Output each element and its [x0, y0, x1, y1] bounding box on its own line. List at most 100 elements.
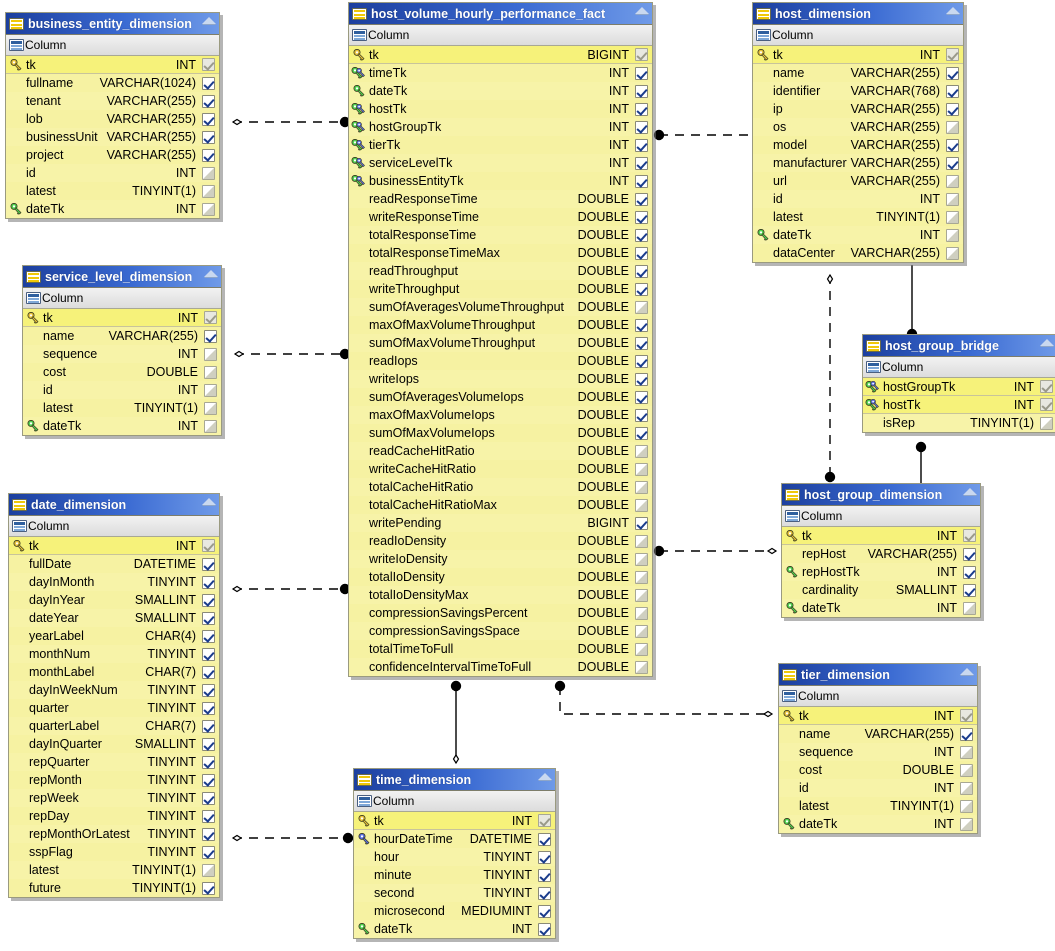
- not-null-checkbox[interactable]: [538, 850, 551, 864]
- column-row[interactable]: hourDateTime DATETIME: [354, 830, 555, 848]
- not-null-checkbox[interactable]: [960, 763, 973, 777]
- column-row[interactable]: sumOfMaxVolumeIops DOUBLE: [349, 424, 652, 442]
- not-null-checkbox[interactable]: [202, 665, 215, 679]
- collapse-triangle-icon[interactable]: [204, 270, 218, 277]
- not-null-checkbox[interactable]: [635, 174, 648, 188]
- table-host_group_bridge[interactable]: host_group_bridge Column hostGroupTk INT hos…: [862, 334, 1055, 433]
- not-null-checkbox[interactable]: [635, 534, 648, 548]
- column-row[interactable]: serviceLevelTk INT: [349, 154, 652, 172]
- not-null-checkbox[interactable]: [635, 156, 648, 170]
- not-null-checkbox[interactable]: [635, 552, 648, 566]
- column-row[interactable]: latest TINYINT(1): [23, 399, 221, 417]
- column-row[interactable]: totalTimeToFull DOUBLE: [349, 640, 652, 658]
- column-row[interactable]: writeIoDensity DOUBLE: [349, 550, 652, 568]
- not-null-checkbox[interactable]: [1040, 416, 1053, 430]
- column-row[interactable]: dayInMonth TINYINT: [9, 573, 219, 591]
- column-row[interactable]: readIops DOUBLE: [349, 352, 652, 370]
- not-null-checkbox[interactable]: [946, 138, 959, 152]
- not-null-checkbox[interactable]: [202, 755, 215, 769]
- column-row[interactable]: latest TINYINT(1): [779, 797, 977, 815]
- not-null-checkbox[interactable]: [635, 282, 648, 296]
- table-title-bar[interactable]: host_dimension: [753, 3, 963, 25]
- table-date_dimension[interactable]: date_dimension Column tk INT fullDate DATETIM…: [8, 493, 220, 898]
- not-null-checkbox[interactable]: [635, 246, 648, 260]
- column-row[interactable]: dateTk INT: [753, 226, 963, 244]
- collapse-triangle-icon[interactable]: [635, 7, 649, 14]
- column-row[interactable]: sumOfAveragesVolumeIops DOUBLE: [349, 388, 652, 406]
- not-null-checkbox[interactable]: [202, 773, 215, 787]
- not-null-checkbox[interactable]: [635, 588, 648, 602]
- column-row[interactable]: quarterLabel CHAR(7): [9, 717, 219, 735]
- column-row[interactable]: readResponseTime DOUBLE: [349, 190, 652, 208]
- table-host_group_dimension[interactable]: host_group_dimension Column tk INT repHost VA…: [781, 483, 981, 618]
- not-null-checkbox[interactable]: [635, 138, 648, 152]
- column-row[interactable]: sequence INT: [779, 743, 977, 761]
- column-row[interactable]: monthLabel CHAR(7): [9, 663, 219, 681]
- column-row[interactable]: readIoDensity DOUBLE: [349, 532, 652, 550]
- not-null-checkbox[interactable]: [202, 611, 215, 625]
- table-title-bar[interactable]: tier_dimension: [779, 664, 977, 686]
- not-null-checkbox[interactable]: [202, 166, 215, 180]
- not-null-checkbox[interactable]: [635, 498, 648, 512]
- column-row[interactable]: dateTk INT: [6, 200, 219, 218]
- table-title-bar[interactable]: service_level_dimension: [23, 266, 221, 288]
- not-null-checkbox[interactable]: [635, 516, 648, 530]
- column-row[interactable]: minute TINYINT: [354, 866, 555, 884]
- column-row[interactable]: repMonthOrLatest TINYINT: [9, 825, 219, 843]
- not-null-checkbox[interactable]: [1040, 380, 1053, 393]
- not-null-checkbox[interactable]: [635, 84, 648, 98]
- not-null-checkbox[interactable]: [946, 84, 959, 98]
- column-row[interactable]: writeResponseTime DOUBLE: [349, 208, 652, 226]
- column-row[interactable]: tk INT: [782, 527, 980, 545]
- column-row[interactable]: dateTk INT: [782, 599, 980, 617]
- not-null-checkbox[interactable]: [202, 701, 215, 715]
- not-null-checkbox[interactable]: [538, 868, 551, 882]
- column-row[interactable]: dayInWeekNum TINYINT: [9, 681, 219, 699]
- not-null-checkbox[interactable]: [202, 863, 215, 877]
- column-row[interactable]: tk INT: [9, 537, 219, 555]
- column-row[interactable]: id INT: [779, 779, 977, 797]
- not-null-checkbox[interactable]: [202, 58, 215, 71]
- not-null-checkbox[interactable]: [202, 791, 215, 805]
- not-null-checkbox[interactable]: [960, 727, 973, 741]
- column-row[interactable]: name VARCHAR(255): [779, 725, 977, 743]
- column-row[interactable]: dateTk INT: [779, 815, 977, 833]
- column-row[interactable]: latest TINYINT(1): [6, 182, 219, 200]
- column-row[interactable]: latest TINYINT(1): [753, 208, 963, 226]
- not-null-checkbox[interactable]: [960, 799, 973, 813]
- column-row[interactable]: maxOfMaxVolumeIops DOUBLE: [349, 406, 652, 424]
- collapse-triangle-icon[interactable]: [202, 17, 216, 24]
- not-null-checkbox[interactable]: [538, 886, 551, 900]
- not-null-checkbox[interactable]: [963, 547, 976, 561]
- not-null-checkbox[interactable]: [946, 120, 959, 134]
- column-row[interactable]: fullname VARCHAR(1024): [6, 74, 219, 92]
- not-null-checkbox[interactable]: [538, 922, 551, 936]
- column-row[interactable]: identifier VARCHAR(768): [753, 82, 963, 100]
- not-null-checkbox[interactable]: [635, 66, 648, 80]
- column-row[interactable]: quarter TINYINT: [9, 699, 219, 717]
- table-title-bar[interactable]: time_dimension: [354, 769, 555, 791]
- not-null-checkbox[interactable]: [538, 814, 551, 827]
- column-row[interactable]: project VARCHAR(255): [6, 146, 219, 164]
- column-row[interactable]: writeCacheHitRatio DOUBLE: [349, 460, 652, 478]
- table-tier_dimension[interactable]: tier_dimension Column tk INT name VARCHAR(255…: [778, 663, 978, 834]
- column-row[interactable]: totalResponseTime DOUBLE: [349, 226, 652, 244]
- table-service_level_dimension[interactable]: service_level_dimension Column tk INT name VA…: [22, 265, 222, 436]
- not-null-checkbox[interactable]: [946, 102, 959, 116]
- column-row[interactable]: hour TINYINT: [354, 848, 555, 866]
- column-row[interactable]: future TINYINT(1): [9, 879, 219, 897]
- not-null-checkbox[interactable]: [946, 246, 959, 260]
- column-row[interactable]: tk BIGINT: [349, 46, 652, 64]
- column-row[interactable]: writePending BIGINT: [349, 514, 652, 532]
- column-row[interactable]: os VARCHAR(255): [753, 118, 963, 136]
- column-row[interactable]: dataCenter VARCHAR(255): [753, 244, 963, 262]
- not-null-checkbox[interactable]: [635, 426, 648, 440]
- column-row[interactable]: hostGroupTk INT: [349, 118, 652, 136]
- not-null-checkbox[interactable]: [202, 593, 215, 607]
- column-row[interactable]: readCacheHitRatio DOUBLE: [349, 442, 652, 460]
- not-null-checkbox[interactable]: [635, 318, 648, 332]
- column-row[interactable]: dateTk INT: [354, 920, 555, 938]
- not-null-checkbox[interactable]: [202, 827, 215, 841]
- table-host_volume_hourly_performance_fact[interactable]: host_volume_hourly_performance_fact Colum…: [348, 2, 653, 677]
- column-row[interactable]: ip VARCHAR(255): [753, 100, 963, 118]
